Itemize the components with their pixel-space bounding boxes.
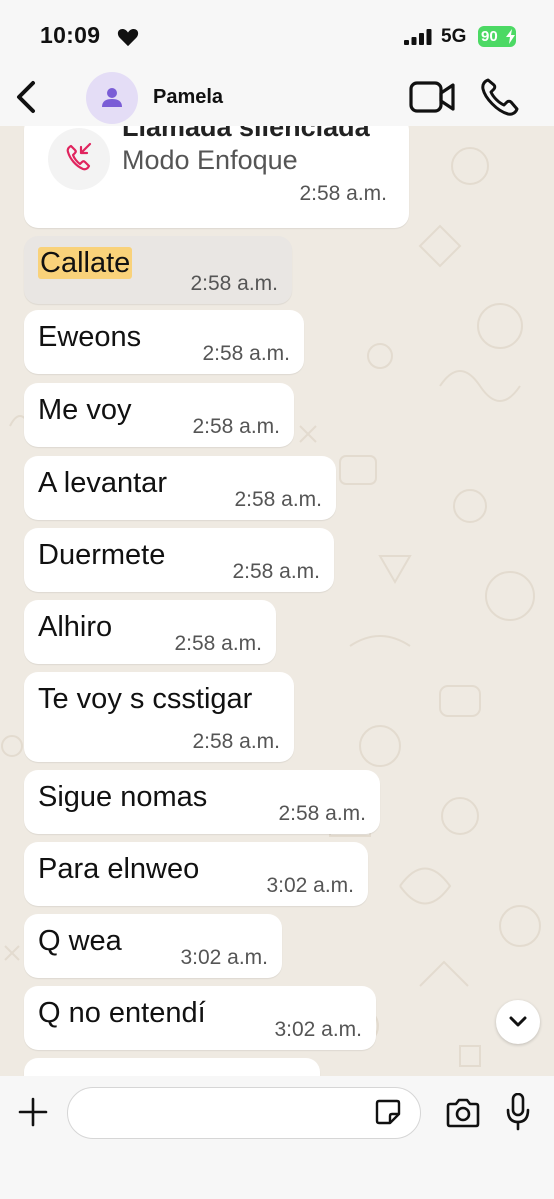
charging-icon <box>506 29 515 44</box>
message-text: Duermete <box>38 539 166 571</box>
message-bubble[interactable]: Q wea 3:02 a.m. <box>24 914 282 978</box>
message-time: 2:58 a.m. <box>232 560 320 583</box>
message-bubble[interactable]: A levantar 2:58 a.m. <box>24 456 336 520</box>
message-bubble[interactable]: Para elnweo 3:02 a.m. <box>24 842 368 906</box>
message-bubble[interactable]: Me voy 2:58 a.m. <box>24 383 294 447</box>
call-event-subtitle: Modo Enfoque <box>122 145 298 175</box>
call-event-title: Llamada silenciada <box>122 126 370 142</box>
message-text: Para elnweo <box>38 853 200 885</box>
call-icon-circle <box>48 128 110 190</box>
status-bar: 10:09 5G 90 <box>0 0 554 70</box>
input-bar <box>0 1076 554 1199</box>
message-text: Eweons <box>38 321 142 353</box>
message-text: Callate <box>38 247 133 280</box>
message-text: Alhiro <box>38 611 113 643</box>
heart-icon <box>117 28 139 47</box>
message-time: 2:58 a.m. <box>202 342 290 365</box>
message-input[interactable] <box>67 1087 421 1139</box>
call-event-card[interactable]: Llamada silenciada Modo Enfoque 2:58 a.m… <box>24 126 409 228</box>
person-icon <box>102 88 122 107</box>
message-text: Q wea <box>38 925 122 957</box>
message-time: 2:58 a.m. <box>174 632 262 655</box>
network-label: 5G <box>441 26 467 47</box>
missed-call-icon <box>66 142 92 171</box>
chevron-down-icon <box>509 1016 527 1027</box>
message-text: Sigue nomas <box>38 781 208 813</box>
battery-indicator: 90 <box>478 26 516 47</box>
message-time: 3:02 a.m. <box>274 1018 362 1041</box>
back-icon[interactable] <box>12 79 40 115</box>
chat-header: Pamela <box>0 70 554 126</box>
call-event-time: 2:58 a.m. <box>299 182 387 205</box>
message-bubble[interactable]: Te voy s csstigar 2:58 a.m. <box>24 672 294 762</box>
message-bubble[interactable]: Callate 2:58 a.m. <box>24 236 292 304</box>
message-text: Me voy <box>38 394 132 426</box>
phone-icon[interactable] <box>479 76 521 118</box>
status-time: 10:09 <box>40 22 101 48</box>
message-bubble[interactable]: Q no entendí 3:02 a.m. <box>24 986 376 1050</box>
battery-level: 90 <box>481 28 498 45</box>
signal-icon <box>404 29 432 45</box>
mic-icon[interactable] <box>506 1093 530 1131</box>
scroll-down-button[interactable] <box>496 1000 540 1044</box>
message-time: 2:58 a.m. <box>192 415 280 438</box>
message-text: Q no entendí <box>38 997 206 1029</box>
contact-name[interactable]: Pamela <box>153 86 223 109</box>
message-time: 2:58 a.m. <box>278 802 366 825</box>
camera-icon[interactable] <box>445 1098 481 1128</box>
message-bubble[interactable]: Eweons 2:58 a.m. <box>24 310 304 374</box>
message-time: 2:58 a.m. <box>190 272 278 295</box>
message-bubble[interactable]: Duermete 2:58 a.m. <box>24 528 334 592</box>
chat-area[interactable]: Llamada silenciada Modo Enfoque 2:58 a.m… <box>0 126 554 1076</box>
sticker-icon[interactable] <box>375 1099 401 1125</box>
message-time: 3:02 a.m. <box>266 874 354 897</box>
message-time: 3:02 a.m. <box>180 946 268 969</box>
plus-icon[interactable] <box>18 1097 48 1127</box>
message-bubble-partial[interactable] <box>24 1058 320 1076</box>
message-bubble[interactable]: Alhiro 2:58 a.m. <box>24 600 276 664</box>
message-time: 2:58 a.m. <box>192 730 280 753</box>
avatar[interactable] <box>86 72 138 124</box>
message-time: 2:58 a.m. <box>234 488 322 511</box>
search-highlight: Callate <box>38 247 133 279</box>
message-bubble[interactable]: Sigue nomas 2:58 a.m. <box>24 770 380 834</box>
message-text: Te voy s csstigar <box>38 683 253 715</box>
video-call-icon[interactable] <box>408 78 456 116</box>
call-event-inner: Llamada silenciada Modo Enfoque 2:58 a.m… <box>32 126 401 220</box>
message-text: A levantar <box>38 467 167 499</box>
